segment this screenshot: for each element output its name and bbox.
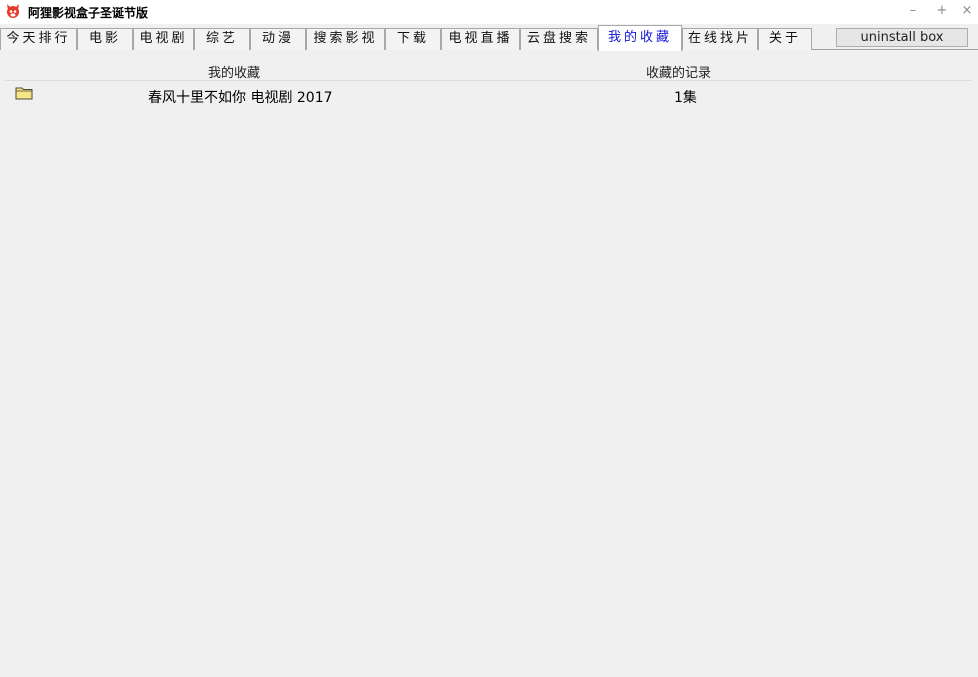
column-header-record[interactable]: 收藏的记录	[646, 62, 711, 81]
column-header-favorites[interactable]: 我的收藏	[208, 62, 260, 81]
list-header: 我的收藏 收藏的记录	[5, 57, 972, 81]
uninstall-button[interactable]: uninstall box	[836, 28, 968, 47]
tab-search-video[interactable]: 搜索影视	[306, 28, 385, 50]
tab-about[interactable]: 关于	[758, 28, 812, 50]
window-title: 阿狸影视盒子圣诞节版	[28, 6, 149, 20]
tab-anime[interactable]: 动漫	[250, 28, 306, 50]
favorites-panel: 我的收藏 收藏的记录 春风十里不如你 电视剧 2017 1集	[5, 57, 972, 677]
app-window: 阿狸影视盒子圣诞节版 – + × 今天排行 电影 电视剧 综艺 动漫 搜索影视 …	[0, 0, 978, 677]
fox-logo-icon	[7, 4, 19, 18]
tab-strip: 今天排行 电影 电视剧 综艺 动漫 搜索影视 下载 电视直播 云盘搜索 我的收藏…	[0, 25, 978, 51]
tab-today-ranking[interactable]: 今天排行	[0, 28, 77, 50]
tab-movies[interactable]: 电影	[77, 28, 133, 50]
close-button[interactable]: ×	[958, 2, 976, 20]
favorite-title: 春风十里不如你 电视剧 2017	[148, 90, 333, 106]
tab-cloud-search[interactable]: 云盘搜索	[520, 28, 598, 50]
title-bar[interactable]: 阿狸影视盒子圣诞节版 – + ×	[0, 0, 978, 24]
minimize-button[interactable]: –	[904, 2, 922, 20]
tab-tv-series[interactable]: 电视剧	[133, 28, 194, 50]
tab-live-tv[interactable]: 电视直播	[441, 28, 520, 50]
tab-variety[interactable]: 综艺	[194, 28, 250, 50]
maximize-button[interactable]: +	[933, 2, 951, 20]
tab-my-favorites[interactable]: 我的收藏	[598, 25, 682, 51]
favorite-record: 1集	[674, 90, 697, 106]
tab-download[interactable]: 下载	[385, 28, 441, 50]
folder-icon	[15, 87, 33, 100]
tab-online-find[interactable]: 在线找片	[682, 28, 758, 50]
list-item[interactable]: 春风十里不如你 电视剧 2017 1集	[5, 83, 972, 107]
